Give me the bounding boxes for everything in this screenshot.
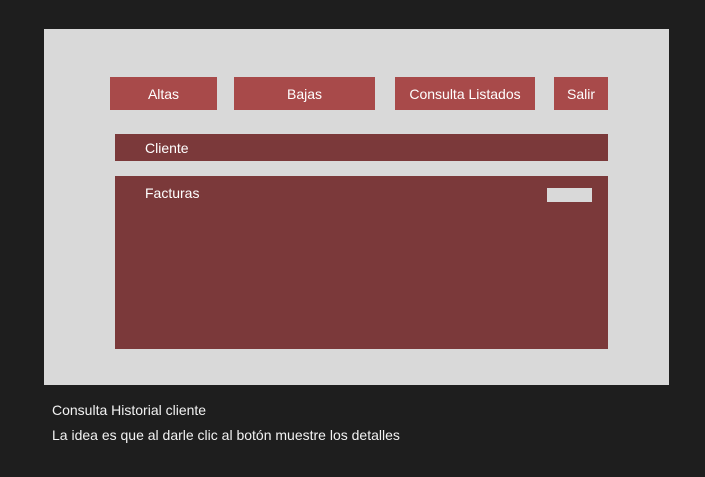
salir-button[interactable]: Salir — [554, 77, 608, 110]
details-button[interactable] — [547, 188, 592, 202]
caption-title: Consulta Historial cliente — [52, 402, 207, 418]
caption-note: La idea es que al darle clic al botón mu… — [52, 427, 400, 443]
altas-button[interactable]: Altas — [110, 77, 217, 110]
wireframe-frame: Altas Bajas Consulta Listados Salir Clie… — [44, 29, 669, 385]
consulta-listados-button[interactable]: Consulta Listados — [395, 77, 535, 110]
cliente-field[interactable]: Cliente — [115, 134, 608, 161]
facturas-label: Facturas — [145, 185, 200, 201]
bajas-button[interactable]: Bajas — [234, 77, 375, 110]
cliente-label: Cliente — [145, 139, 189, 156]
facturas-panel: Facturas — [115, 176, 608, 349]
